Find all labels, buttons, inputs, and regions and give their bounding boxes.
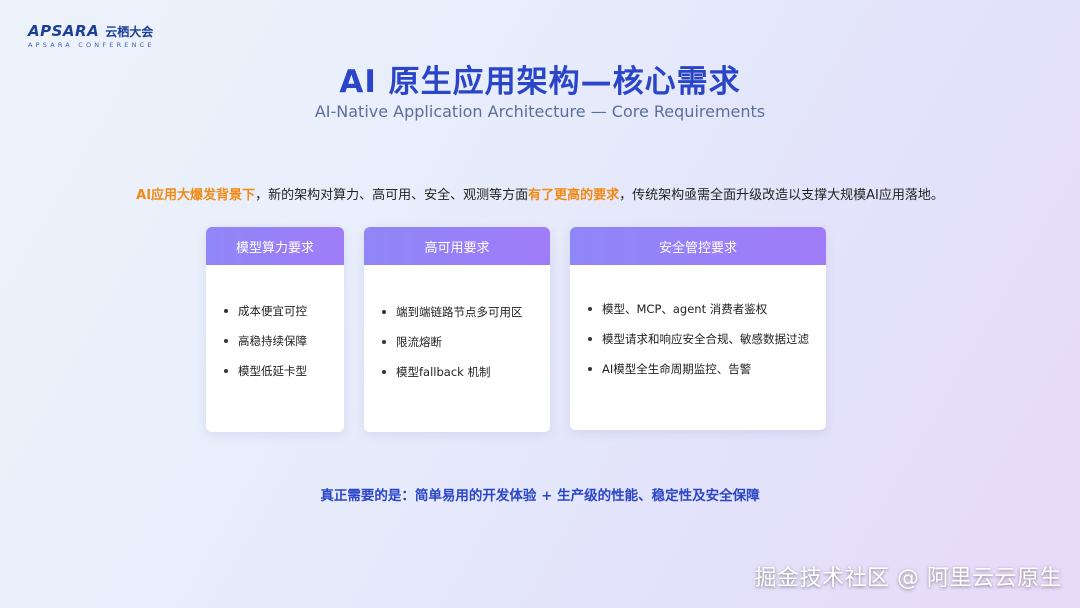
intro-highlight-1: AI应用大爆发背景下 <box>136 188 256 203</box>
card-title: 安全管控要求 <box>570 227 826 265</box>
bullet-icon <box>382 340 386 344</box>
bullet-icon <box>588 307 592 311</box>
bullet-icon <box>382 310 386 314</box>
summary-text: 真正需要的是：简单易用的开发体验 + 生产级的性能、稳定性及安全保障 <box>320 488 760 504</box>
card-security: 安全管控要求 模型、MCP、agent 消费者鉴权 模型请求和响应安全合规、敏感… <box>570 227 826 430</box>
bullet-icon <box>224 309 228 313</box>
list-item: 模型fallback 机制 <box>382 364 550 380</box>
bullet-icon <box>224 369 228 373</box>
bullet-icon <box>588 337 592 341</box>
list-item: 端到端链路节点多可用区 <box>382 304 550 320</box>
logo-subtitle: APSARA CONFERENCE <box>28 41 155 49</box>
apsara-logo: APSARA 云栖大会 APSARA CONFERENCE <box>28 22 155 49</box>
bullet-icon <box>224 339 228 343</box>
logo-chinese: 云栖大会 <box>105 25 154 39</box>
slide-subtitle: AI-Native Application Architecture — Cor… <box>314 102 766 121</box>
list-item: 模型、MCP、agent 消费者鉴权 <box>588 301 826 317</box>
slide-title: AI 原生应用架构—核心需求 <box>339 64 741 100</box>
logo-wordmark: APSARA <box>28 22 100 40</box>
list-item: 限流熔断 <box>382 334 550 350</box>
card-compute: 模型算力要求 成本便宜可控 高稳持续保障 模型低延卡型 <box>206 227 344 432</box>
bullet-icon <box>588 367 592 371</box>
card-title: 模型算力要求 <box>206 227 344 265</box>
watermark: 掘金技术社区 @ 阿里云云原生 <box>754 566 1062 591</box>
list-item: 模型低延卡型 <box>224 363 344 379</box>
list-item: 模型请求和响应安全合规、敏感数据过滤 <box>588 331 826 347</box>
intro-text-2: ，新的架构对算力、高可用、安全、观测等方面 <box>255 188 529 203</box>
intro-text-4: ，传统架构亟需全面升级改造以支撑大规模AI应用落地。 <box>619 188 944 203</box>
card-availability: 高可用要求 端到端链路节点多可用区 限流熔断 模型fallback 机制 <box>364 227 550 432</box>
list-item: 成本便宜可控 <box>224 303 344 319</box>
intro-text: AI应用大爆发背景下，新的架构对算力、高可用、安全、观测等方面有了更高的要求，传… <box>0 184 1080 203</box>
list-item: AI模型全生命周期监控、告警 <box>588 361 826 377</box>
card-title: 高可用要求 <box>364 227 550 265</box>
list-item: 高稳持续保障 <box>224 333 344 349</box>
bullet-icon <box>382 370 386 374</box>
intro-highlight-2: 有了更高的要求 <box>528 188 620 203</box>
